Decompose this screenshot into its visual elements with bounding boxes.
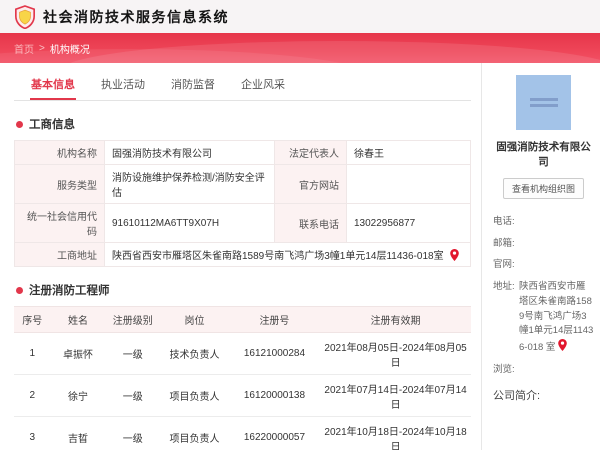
field-label: 机构名称 bbox=[14, 140, 105, 165]
field-value: 固强消防技术有限公司 bbox=[104, 140, 275, 165]
sidebar-address-text: 陕西省西安市雁塔区朱雀南路1589号南飞鸿广场3幢1单元14层11436-018… bbox=[519, 281, 594, 354]
app-header: 社会消防技术服务信息系统 bbox=[0, 0, 600, 33]
table-row: 序号 姓名 注册级别 岗位 注册号 注册有效期 bbox=[14, 306, 471, 333]
business-address-text: 陕西省西安市雁塔区朱雀南路1589号南飞鸿广场3幢1单元14层11436-018… bbox=[112, 251, 444, 262]
table-cell: 2021年08月05日-2024年08月05日 bbox=[320, 332, 471, 375]
tab-practice-activity[interactable]: 执业活动 bbox=[100, 73, 146, 100]
field-value bbox=[519, 258, 594, 273]
table-cell: 技术负责人 bbox=[160, 332, 229, 375]
location-pin-icon[interactable] bbox=[558, 339, 567, 352]
business-info-body: 机构名称 固强消防技术有限公司 法定代表人 徐春王 服务类型 消防设施维护保养检… bbox=[14, 140, 471, 267]
bullet-icon bbox=[16, 120, 23, 128]
column-header: 岗位 bbox=[160, 306, 229, 333]
breadcrumb-separator: > bbox=[39, 42, 45, 54]
table-cell: 3 bbox=[14, 416, 51, 450]
field-value: 陕西省西安市雁塔区朱雀南路1589号南飞鸿广场3幢1单元14层11436-018… bbox=[519, 280, 594, 356]
field-value: 徐春王 bbox=[346, 140, 471, 165]
table-cell: 一级 bbox=[105, 374, 161, 417]
table-cell: 1 bbox=[14, 332, 51, 375]
breadcrumb-home-link[interactable]: 首页 bbox=[14, 41, 34, 56]
field-email: 邮箱: bbox=[493, 237, 594, 252]
engineers-table-body: 1 卓振怀 一级 技术负责人 16121000284 2021年08月05日-2024年0… bbox=[14, 332, 471, 450]
table-cell: 16121000284 bbox=[228, 332, 321, 375]
field-label: 电话: bbox=[493, 216, 515, 227]
shield-logo-icon bbox=[15, 4, 35, 29]
company-sidebar: 固强消防技术有限公司 查看机构组织图 电话: 邮箱: 官网: 地址: 陕西省西安… bbox=[481, 63, 600, 450]
table-row: 1 卓振怀 一级 技术负责人 16121000284 2021年08月05日-2024年0… bbox=[14, 332, 471, 375]
table-cell: 2021年10月18日-2024年10月18日 bbox=[320, 416, 471, 450]
table-cell: 一级 bbox=[105, 416, 161, 450]
company-photo bbox=[516, 75, 571, 130]
breadcrumb-banner: 首页 > 机构概况 bbox=[0, 33, 600, 63]
business-info-table: 机构名称 固强消防技术有限公司 法定代表人 徐春王 服务类型 消防设施维护保养检… bbox=[14, 140, 471, 267]
column-header: 注册有效期 bbox=[320, 306, 471, 333]
table-cell: 项目负责人 bbox=[160, 374, 229, 417]
table-cell: 一级 bbox=[105, 332, 161, 375]
field-value bbox=[519, 237, 594, 252]
table-cell: 项目负责人 bbox=[160, 416, 229, 450]
field-label: 邮箱: bbox=[493, 237, 515, 249]
field-label: 官网: bbox=[493, 259, 515, 271]
column-header: 注册级别 bbox=[105, 306, 161, 333]
field-value: 消防设施维护保养检测/消防安全评估 bbox=[104, 164, 275, 204]
field-label: 工商地址 bbox=[14, 242, 105, 267]
field-value: 13022956877 bbox=[346, 203, 471, 243]
table-cell: 16220000057 bbox=[228, 416, 321, 450]
company-contact-fields: 电话: 邮箱: 官网: 地址: 陕西省西安市雁塔区朱雀南路1589号南飞鸿广场3… bbox=[493, 215, 594, 377]
section-title-business-info: 工商信息 bbox=[16, 116, 471, 132]
table-cell: 徐宁 bbox=[50, 374, 106, 417]
column-header: 姓名 bbox=[50, 306, 106, 333]
field-value: 陕西省西安市雁塔区朱雀南路1589号南飞鸿广场3幢1单元14层11436-018… bbox=[104, 242, 471, 267]
table-cell: 2021年07月14日-2024年07月14日 bbox=[320, 374, 471, 417]
column-header: 序号 bbox=[14, 306, 51, 333]
field-label: 地址: bbox=[493, 281, 515, 293]
tab-company-showcase[interactable]: 企业风采 bbox=[240, 73, 286, 100]
table-row: 服务类型 消防设施维护保养检测/消防安全评估 官方网站 bbox=[14, 164, 471, 204]
section-title-text: 注册消防工程师 bbox=[29, 285, 110, 297]
breadcrumb-current: 机构概况 bbox=[49, 44, 90, 56]
photo-placeholder-line bbox=[530, 98, 558, 101]
field-address: 地址: 陕西省西安市雁塔区朱雀南路1589号南飞鸿广场3幢1单元14层11436… bbox=[493, 280, 594, 356]
field-website: 官网: bbox=[493, 258, 594, 273]
view-org-chart-button[interactable]: 查看机构组织图 bbox=[502, 178, 584, 199]
breadcrumb: 首页 > 机构概况 bbox=[14, 41, 90, 56]
section-title-text: 工商信息 bbox=[29, 119, 75, 131]
table-cell: 16120000138 bbox=[228, 374, 321, 417]
section-title-engineers: 注册消防工程师 bbox=[16, 282, 471, 298]
table-cell: 2 bbox=[14, 374, 51, 417]
field-label: 统一社会信用代码 bbox=[14, 203, 105, 243]
field-value: 91610112MA6TT9X07H bbox=[104, 203, 275, 243]
bullet-icon bbox=[16, 286, 23, 294]
page-title: 社会消防技术服务信息系统 bbox=[43, 8, 229, 25]
company-profile-label: 公司简介: bbox=[493, 390, 541, 403]
engineers-table-head: 序号 姓名 注册级别 岗位 注册号 注册有效期 bbox=[14, 306, 471, 333]
tab-bar: 基本信息 执业活动 消防监督 企业风采 bbox=[14, 69, 471, 101]
table-row: 机构名称 固强消防技术有限公司 法定代表人 徐春王 bbox=[14, 140, 471, 165]
tab-fire-supervision[interactable]: 消防监督 bbox=[170, 73, 216, 100]
field-views: 浏览: bbox=[493, 363, 594, 378]
table-row: 统一社会信用代码 91610112MA6TT9X07H 联系电话 1302295… bbox=[14, 203, 471, 243]
company-name: 固强消防技术有限公司 bbox=[496, 141, 591, 168]
engineers-table: 序号 姓名 注册级别 岗位 注册号 注册有效期 1 卓振怀 一级 技术负责人 1612100028… bbox=[14, 306, 471, 450]
field-phone: 电话: bbox=[493, 215, 594, 230]
photo-placeholder-line bbox=[530, 104, 558, 107]
field-value bbox=[519, 215, 594, 230]
field-value bbox=[346, 164, 471, 204]
content-area: 基本信息 执业活动 消防监督 企业风采 工商信息 机构名称 固强消防技术有限公司… bbox=[0, 63, 600, 450]
field-label: 联系电话 bbox=[274, 203, 347, 243]
field-value bbox=[519, 363, 594, 378]
tab-basic-info[interactable]: 基本信息 bbox=[30, 73, 76, 100]
field-label: 服务类型 bbox=[14, 164, 105, 204]
table-row: 2 徐宁 一级 项目负责人 16120000138 2021年07月14日-2024年07… bbox=[14, 374, 471, 417]
table-row: 3 吉晢 一级 项目负责人 16220000057 2021年10月18日-2024年10… bbox=[14, 416, 471, 450]
location-pin-icon[interactable] bbox=[449, 248, 459, 261]
main-panel: 基本信息 执业活动 消防监督 企业风采 工商信息 机构名称 固强消防技术有限公司… bbox=[0, 63, 481, 450]
table-cell: 吉晢 bbox=[50, 416, 106, 450]
field-label: 官方网站 bbox=[274, 164, 347, 204]
field-label: 浏览: bbox=[493, 363, 515, 375]
column-header: 注册号 bbox=[228, 306, 321, 333]
table-cell: 卓振怀 bbox=[50, 332, 106, 375]
table-row: 工商地址 陕西省西安市雁塔区朱雀南路1589号南飞鸿广场3幢1单元14层1143… bbox=[14, 242, 471, 267]
field-label: 法定代表人 bbox=[274, 140, 347, 165]
